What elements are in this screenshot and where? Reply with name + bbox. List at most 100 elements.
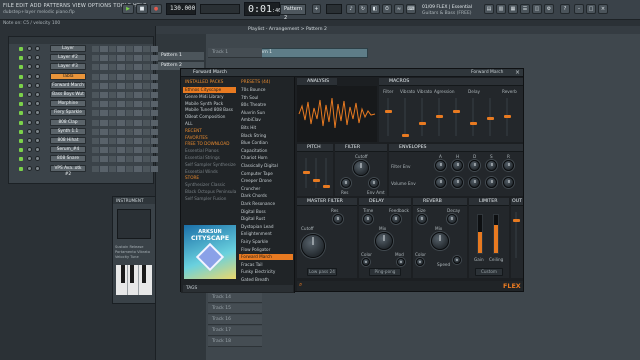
preset-list-item[interactable]: Forward March <box>239 254 293 261</box>
channel-step-sequencer[interactable] <box>92 128 158 135</box>
track-header[interactable]: Track 1 <box>208 48 262 58</box>
reverb-size-knob[interactable] <box>417 214 427 224</box>
channel-volume-knob[interactable] <box>35 156 40 162</box>
envelope-knob[interactable] <box>469 177 480 188</box>
reverb-mix-knob[interactable] <box>431 232 449 250</box>
channel-volume-knob[interactable] <box>35 82 40 88</box>
envelope-knob[interactable] <box>503 160 514 171</box>
channel-row[interactable]: Layer #2 <box>16 54 158 62</box>
macro-slider[interactable] <box>470 98 477 136</box>
channel-step-sequencer[interactable] <box>92 110 158 117</box>
minimize-icon[interactable]: – <box>574 4 584 14</box>
filter-cutoff-knob[interactable] <box>353 160 369 176</box>
channel-pan-knob[interactable] <box>27 64 32 70</box>
macro-slider[interactable] <box>436 98 443 136</box>
preset-list-item[interactable]: Digital Boss <box>239 209 293 215</box>
channel-row[interactable]: Synth 1.1 <box>16 127 158 136</box>
typing-keyboard-icon[interactable]: ⌨ <box>406 4 416 14</box>
channel-name-button[interactable]: Bass Boys Wut <box>50 91 86 98</box>
channel-row[interactable]: Serum_#4 <box>16 146 158 154</box>
preset-list-item[interactable]: Blue Cordian <box>239 140 293 146</box>
channel-name-button[interactable]: 808 Hihat <box>50 137 86 144</box>
channel-rack-icon[interactable]: ▦ <box>508 4 518 14</box>
macro-slider[interactable] <box>504 98 511 136</box>
filter-env-amount-knob[interactable] <box>369 178 379 188</box>
pack-list-item[interactable]: Ethnos Cityscape <box>183 87 236 94</box>
pack-list-item[interactable]: OBeat Composition <box>183 114 236 120</box>
delay-mode[interactable]: Ping-pong <box>369 268 401 276</box>
preset-list-item[interactable]: Funky Electricity <box>239 269 293 275</box>
pack-list-item[interactable]: Black Octopus Peninsula <box>183 189 236 195</box>
channel-step-sequencer[interactable] <box>92 156 158 163</box>
preset-list-item[interactable]: Dark Chords <box>239 193 293 199</box>
channel-volume-knob[interactable] <box>35 92 40 97</box>
metronome-icon[interactable]: ♪ <box>346 4 356 14</box>
preset-list-item[interactable]: Fracas Tail <box>239 262 293 268</box>
channel-row[interactable]: 808 Snare <box>16 155 158 163</box>
playlist-icon[interactable]: ▤ <box>484 4 494 14</box>
play-button[interactable]: ▶ <box>122 4 134 14</box>
preset-list-item[interactable]: Computer Tape <box>239 171 293 177</box>
master-filter-mode[interactable]: Low pass 24 <box>307 268 337 276</box>
channel-mute-led[interactable] <box>19 93 23 97</box>
channel-name-button[interactable]: Fiery Sparkle <box>50 109 86 117</box>
channel-volume-knob[interactable] <box>35 64 40 70</box>
tags-footer[interactable]: TAGS <box>183 285 293 292</box>
channel-step-sequencer[interactable] <box>92 46 158 52</box>
channel-pan-knob[interactable] <box>27 128 32 134</box>
channel-mute-led[interactable] <box>19 148 23 153</box>
pack-list-item[interactable]: Essential Strings <box>183 155 236 161</box>
track-header[interactable]: Track 15 <box>208 304 262 314</box>
playlist-clip[interactable]: Pattern 1 <box>248 48 368 58</box>
channel-pan-knob[interactable] <box>27 82 32 88</box>
pack-list-item[interactable]: Self Sampler Synthesizer <box>183 162 236 168</box>
channel-row[interactable]: 808 Hihat <box>16 137 158 145</box>
close-icon[interactable]: × <box>515 69 520 76</box>
channel-mute-led[interactable] <box>19 166 23 171</box>
preset-list-item[interactable]: Gated Breath <box>239 277 293 283</box>
channel-name-button[interactable]: VPS Ava..otk #2 <box>50 164 86 177</box>
macro-slider[interactable] <box>453 98 460 136</box>
close-icon[interactable]: × <box>598 4 608 14</box>
master-res-knob[interactable] <box>333 214 343 224</box>
channel-name-button[interactable]: Tabla <box>50 72 86 80</box>
channel-pan-knob[interactable] <box>27 156 32 162</box>
pack-list-item[interactable]: Essential Pianos <box>183 148 236 154</box>
preset-list-item[interactable]: Flow Poligator <box>239 247 293 253</box>
channel-row[interactable]: Layer <box>16 45 158 53</box>
channel-mute-led[interactable] <box>19 102 23 107</box>
envelope-knob[interactable] <box>486 160 497 171</box>
macro-slider[interactable] <box>385 98 392 136</box>
preset-list-item[interactable]: Cruncher <box>239 186 293 192</box>
channel-mute-led[interactable] <box>19 120 23 125</box>
channel-mute-led[interactable] <box>19 111 23 116</box>
channel-volume-knob[interactable] <box>35 119 40 125</box>
channel-step-sequencer[interactable] <box>92 82 158 89</box>
pack-list-item[interactable]: STORE <box>183 175 236 181</box>
limiter-gain-meter[interactable] <box>477 214 483 254</box>
preset-list-item[interactable]: Dark Resonance <box>239 201 293 207</box>
add-pattern-button[interactable]: + <box>312 4 321 14</box>
channel-mute-led[interactable] <box>19 129 23 134</box>
stop-button[interactable]: ■ <box>136 4 148 14</box>
channel-pan-knob[interactable] <box>27 92 32 97</box>
channel-pan-knob[interactable] <box>27 73 32 79</box>
channel-mute-led[interactable] <box>19 157 23 162</box>
preset-list-item[interactable]: Enlightenment <box>239 231 293 237</box>
channel-step-sequencer[interactable] <box>92 73 158 80</box>
preset-list-item[interactable]: Aluvrin Sun <box>239 110 293 116</box>
channel-volume-knob[interactable] <box>35 138 40 143</box>
delay-time-knob[interactable] <box>363 214 373 224</box>
blend-notes-icon[interactable]: ≈ <box>394 4 404 14</box>
channel-mute-led[interactable] <box>19 139 23 143</box>
channel-pan-knob[interactable] <box>27 138 32 143</box>
channel-name-button[interactable]: Serum_#4 <box>50 146 86 154</box>
preset-list-item[interactable]: Capacitation <box>239 148 293 154</box>
channel-step-sequencer[interactable] <box>92 138 158 144</box>
macro-slider[interactable] <box>419 98 426 136</box>
channel-pan-knob[interactable] <box>27 110 32 116</box>
pack-list-item[interactable]: FAVORITES <box>183 135 236 141</box>
channel-step-sequencer[interactable] <box>92 165 158 172</box>
channel-mute-led[interactable] <box>19 47 23 51</box>
channel-name-button[interactable]: Layer <box>50 45 86 52</box>
